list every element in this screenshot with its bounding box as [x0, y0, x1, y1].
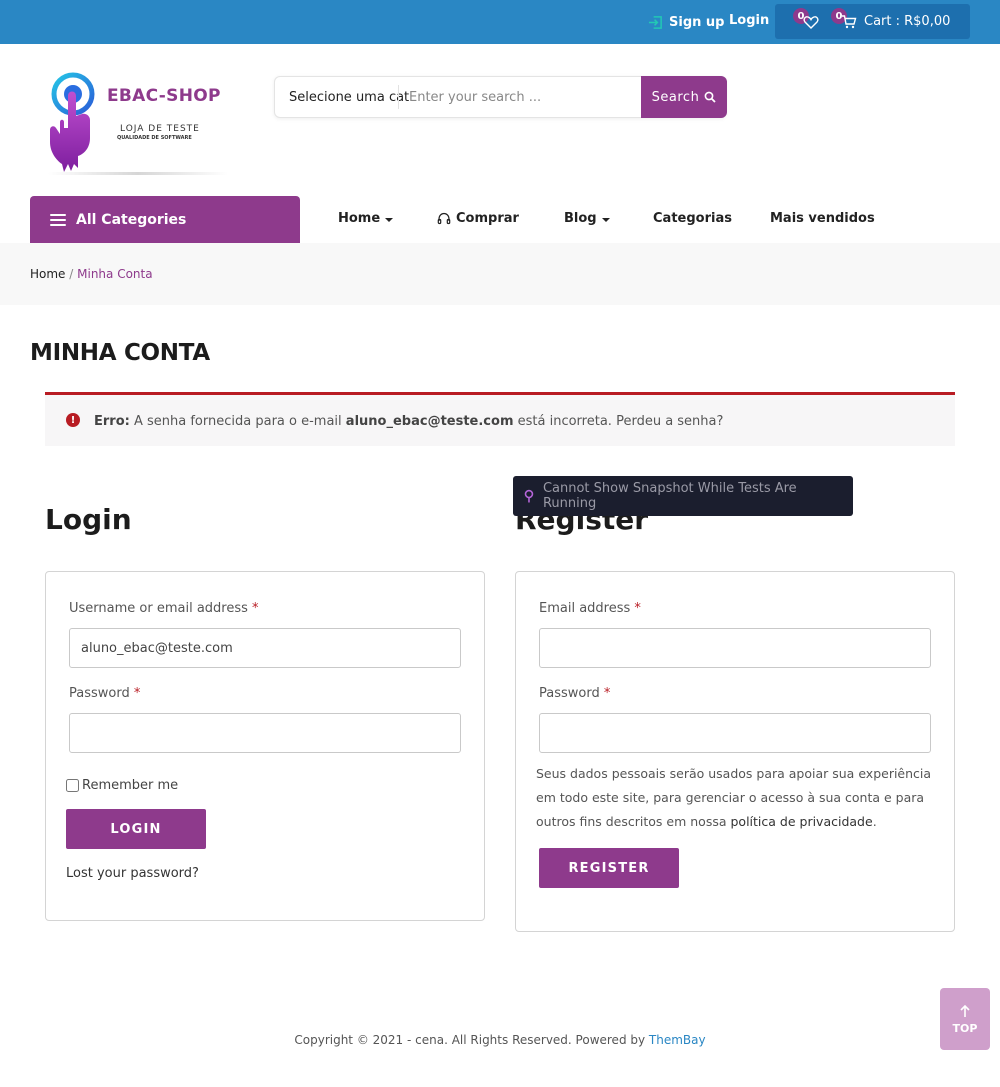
search-category-select[interactable]: Selecione uma cat — [289, 90, 409, 105]
logo-hand-icon — [50, 72, 95, 172]
nav-blog[interactable]: Blog — [564, 211, 610, 226]
email-label-text: Email address — [539, 601, 631, 616]
error-prefix: Erro: — [94, 414, 130, 429]
search-button-label: Search — [651, 89, 700, 105]
arrow-up-icon — [960, 1004, 970, 1017]
required-mark: * — [252, 601, 259, 616]
register-password-field[interactable] — [539, 713, 931, 753]
search-button[interactable]: Search — [641, 76, 727, 118]
nav-blog-label: Blog — [564, 211, 597, 226]
search-input[interactable] — [405, 83, 635, 111]
snapshot-tooltip: Cannot Show Snapshot While Tests Are Run… — [513, 476, 853, 516]
nav-comprar-label: Comprar — [456, 211, 519, 226]
username-field[interactable] — [69, 628, 461, 668]
remember-me-checkbox[interactable] — [66, 779, 79, 792]
menu-icon — [50, 213, 66, 226]
register-form: Email address * Password * Seus dados pe… — [515, 571, 955, 932]
logo-subtagline: QUALIDADE DE SOFTWARE — [117, 135, 192, 141]
cart-icon[interactable] — [841, 14, 857, 30]
back-to-top-label: TOP — [952, 1021, 978, 1035]
all-categories-button[interactable]: All Categories — [30, 196, 300, 243]
search-icon — [704, 91, 716, 103]
error-message: Erro: A senha fornecida para o e-mail al… — [94, 414, 723, 429]
search-divider — [398, 85, 399, 109]
top-bar: Sign up Login 0 0 Cart : R$0,00 — [0, 0, 1000, 44]
login-title: Login — [45, 503, 132, 536]
register-email-field[interactable] — [539, 628, 931, 668]
breadcrumb-home[interactable]: Home — [30, 267, 65, 281]
search-bar: Selecione uma cat Search — [274, 76, 727, 118]
username-label: Username or email address * — [69, 601, 259, 616]
login-form: Username or email address * Password * R… — [45, 571, 485, 921]
login-link[interactable]: Login — [729, 13, 769, 28]
username-label-text: Username or email address — [69, 601, 248, 616]
headset-icon — [437, 212, 451, 224]
footer-themebay-link[interactable]: ThemBay — [649, 1033, 706, 1047]
nav-mais-vendidos-label: Mais vendidos — [770, 211, 875, 226]
register-password-label-text: Password — [539, 686, 600, 701]
heart-icon[interactable] — [803, 14, 819, 30]
cart-total[interactable]: Cart : R$0,00 — [864, 14, 950, 29]
error-email: aluno_ebac@teste.com — [345, 414, 514, 429]
privacy-policy-link[interactable]: política de privacidade — [731, 814, 873, 829]
signup-icon — [648, 15, 662, 29]
password-field[interactable] — [69, 713, 461, 753]
nav-mais-vendidos[interactable]: Mais vendidos — [770, 211, 875, 226]
logo-underline — [48, 172, 228, 175]
nav-categorias-label: Categorias — [653, 211, 732, 226]
error-notice: ! Erro: A senha fornecida para o e-mail … — [45, 392, 955, 446]
signup-link[interactable]: Sign up — [648, 12, 724, 32]
nav-home[interactable]: Home — [338, 211, 394, 226]
register-button[interactable]: REGISTER — [539, 848, 679, 888]
footer: Copyright © 2021 - cena. All Rights Rese… — [0, 1033, 1000, 1047]
site-logo[interactable]: EBAC-SHOP LOJA DE TESTE QUALIDADE DE SOF… — [38, 68, 233, 180]
breadcrumb: Home / Minha Conta — [30, 267, 153, 281]
error-text-before: A senha fornecida para o e-mail — [133, 414, 342, 429]
error-icon: ! — [66, 413, 80, 427]
breadcrumb-separator: / — [69, 267, 74, 281]
breadcrumb-current: Minha Conta — [77, 267, 153, 281]
password-label: Password * — [69, 686, 140, 701]
lost-password-link[interactable]: Lost your password? — [66, 866, 199, 881]
logo-brand: EBAC-SHOP — [107, 86, 221, 106]
page-title: MINHA CONTA — [30, 340, 210, 366]
nav-home-label: Home — [338, 211, 381, 226]
footer-copyright: Copyright © 2021 - cena. All Rights Rese… — [294, 1033, 646, 1047]
required-mark: * — [603, 686, 611, 701]
remember-me[interactable]: Remember me — [66, 778, 178, 793]
privacy-text: Seus dados pessoais serão usados para ap… — [536, 762, 941, 834]
error-text-after: está incorreta. — [517, 414, 612, 429]
signup-label: Sign up — [669, 14, 725, 30]
privacy-end: . — [872, 814, 877, 829]
back-to-top-button[interactable]: TOP — [940, 988, 990, 1050]
chevron-down-icon — [385, 217, 394, 222]
breadcrumb-bar: Home / Minha Conta — [0, 243, 1000, 305]
tooltip-text: Cannot Show Snapshot While Tests Are Run… — [542, 481, 797, 511]
nav-comprar[interactable]: Comprar — [437, 211, 519, 226]
required-mark: * — [634, 601, 641, 616]
email-label: Email address * — [539, 601, 641, 616]
pin-icon — [524, 489, 534, 503]
error-lost-password-link[interactable]: Perdeu a senha? — [616, 414, 723, 429]
nav-categorias[interactable]: Categorias — [653, 211, 732, 226]
password-label-text: Password — [69, 686, 130, 701]
remember-me-label: Remember me — [82, 778, 179, 793]
register-password-label: Password * — [539, 686, 610, 701]
login-button[interactable]: LOGIN — [66, 809, 206, 849]
chevron-down-icon — [601, 217, 610, 222]
all-categories-label: All Categories — [76, 211, 187, 228]
logo-tagline: LOJA DE TESTE — [120, 124, 200, 134]
cart-box: 0 0 Cart : R$0,00 — [775, 4, 970, 39]
required-mark: * — [133, 686, 141, 701]
